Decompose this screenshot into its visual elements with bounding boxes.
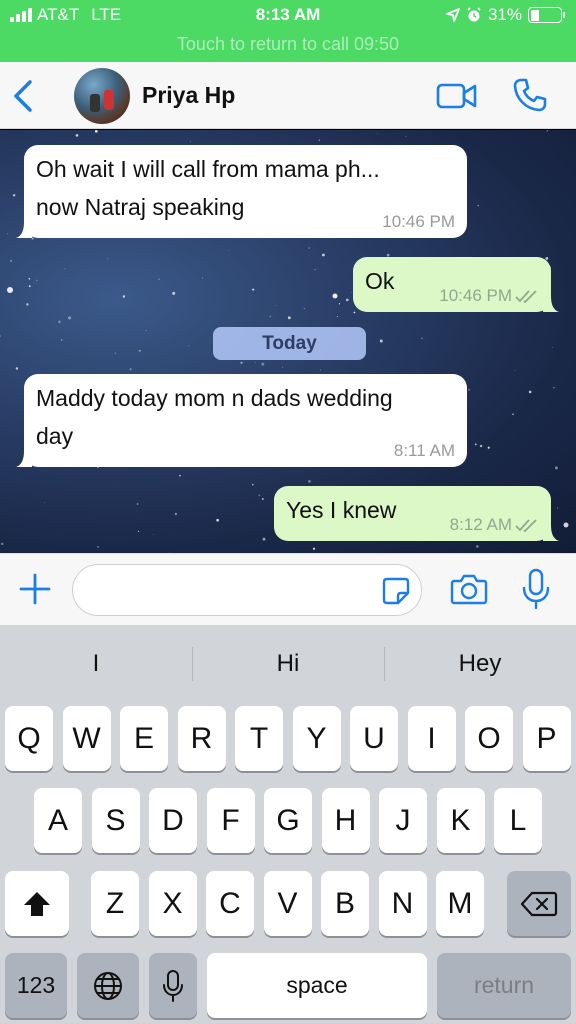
key-r[interactable]: R [177, 706, 226, 771]
message-time: 10:46 PM [382, 212, 455, 231]
key-s[interactable]: S [91, 788, 140, 853]
key-u[interactable]: U [350, 706, 398, 771]
status-bar: AT&T LTE 8:13 AM 31% Touch to return to … [0, 0, 576, 62]
message-text-field[interactable] [89, 565, 379, 613]
key-z[interactable]: Z [91, 871, 139, 936]
shift-arrow-icon [24, 891, 50, 916]
message-input[interactable] [72, 564, 422, 616]
microphone-icon [163, 969, 183, 1002]
key-l[interactable]: L [494, 788, 542, 853]
key-b[interactable]: B [321, 871, 369, 936]
backspace-icon [520, 891, 558, 916]
key-h[interactable]: H [321, 788, 370, 853]
return-key[interactable]: return [437, 953, 571, 1018]
key-p[interactable]: P [522, 706, 571, 771]
key-q[interactable]: Q [5, 706, 53, 771]
key-o[interactable]: O [465, 706, 513, 771]
battery-percent: 31% [487, 5, 522, 24]
key-a[interactable]: A [34, 788, 82, 853]
sticker-icon[interactable] [381, 576, 411, 606]
key-c[interactable]: C [206, 871, 254, 936]
bubble-tail [16, 451, 32, 467]
key-t[interactable]: T [235, 706, 283, 771]
return-to-call-banner[interactable]: Touch to return to call 09:50 [0, 34, 576, 55]
suggestion-item[interactable]: Hey [384, 643, 576, 685]
chat-header: Priya Hp [0, 62, 576, 129]
location-arrow-icon [446, 8, 460, 22]
key-g[interactable]: G [264, 788, 312, 853]
double-check-read-icon [515, 290, 537, 303]
globe-icon [94, 971, 122, 1000]
key-i[interactable]: I [407, 706, 456, 771]
key-j[interactable]: J [379, 788, 427, 853]
bubble-tail [16, 222, 32, 238]
chat-area[interactable]: Oh wait I will call from mama ph... now … [0, 130, 576, 553]
bubble-tail [543, 525, 559, 541]
key-d[interactable]: D [149, 788, 197, 853]
key-f[interactable]: F [206, 788, 255, 853]
message-bubble-outgoing[interactable]: Ok 10:46 PM [353, 257, 559, 312]
space-key[interactable]: space [207, 953, 427, 1018]
key-x[interactable]: X [148, 871, 197, 936]
shift-key[interactable] [5, 871, 69, 936]
battery-icon [528, 7, 565, 23]
double-check-read-icon [515, 519, 537, 532]
key-y[interactable]: Y [292, 706, 341, 771]
message-bubble-incoming[interactable]: Oh wait I will call from mama ph... now … [16, 145, 467, 238]
bubble-tail [543, 296, 559, 312]
key-v[interactable]: V [263, 871, 312, 936]
message-time: 10:46 PM [439, 286, 512, 305]
backspace-key[interactable] [507, 871, 571, 936]
key-w[interactable]: W [62, 706, 111, 771]
key-k[interactable]: K [436, 788, 485, 853]
message-time: 8:11 AM [393, 441, 455, 460]
message-text-line: day [36, 423, 74, 449]
alarm-icon [467, 7, 481, 22]
suggestion-item[interactable]: I [0, 643, 192, 685]
avatar[interactable] [74, 68, 130, 124]
contact-name[interactable]: Priya Hp [142, 82, 235, 109]
plus-icon[interactable] [18, 572, 52, 606]
key-m[interactable]: M [436, 871, 484, 936]
message-bubble-outgoing[interactable]: Yes I knew 8:12 AM [274, 486, 559, 541]
microphone-icon[interactable] [520, 568, 552, 610]
suggestion-item[interactable]: Hi [192, 643, 384, 685]
date-separator: Today [213, 327, 366, 360]
message-time: 8:12 AM [449, 515, 512, 534]
keyboard: I Hi Hey Q W E R T Y U I O P A S D F G H J K L Z X C V B N M 123 sp… [0, 625, 576, 1024]
video-call-icon[interactable] [436, 80, 478, 112]
key-n[interactable]: N [378, 871, 427, 936]
dictation-key[interactable] [149, 953, 197, 1018]
back-chevron-icon[interactable] [10, 78, 38, 114]
suggestion-bar: I Hi Hey [0, 643, 576, 685]
message-input-bar [0, 553, 576, 625]
globe-key[interactable] [77, 953, 139, 1018]
message-bubble-incoming[interactable]: Maddy today mom n dads wedding day 8:11 … [16, 374, 467, 467]
camera-icon[interactable] [450, 572, 488, 606]
key-e[interactable]: E [120, 706, 168, 771]
message-text-line: Maddy today mom n dads wedding [36, 385, 393, 411]
numbers-key[interactable]: 123 [5, 953, 67, 1018]
message-text-line: Oh wait I will call from mama ph... [36, 156, 380, 182]
phone-call-icon[interactable] [512, 77, 548, 113]
